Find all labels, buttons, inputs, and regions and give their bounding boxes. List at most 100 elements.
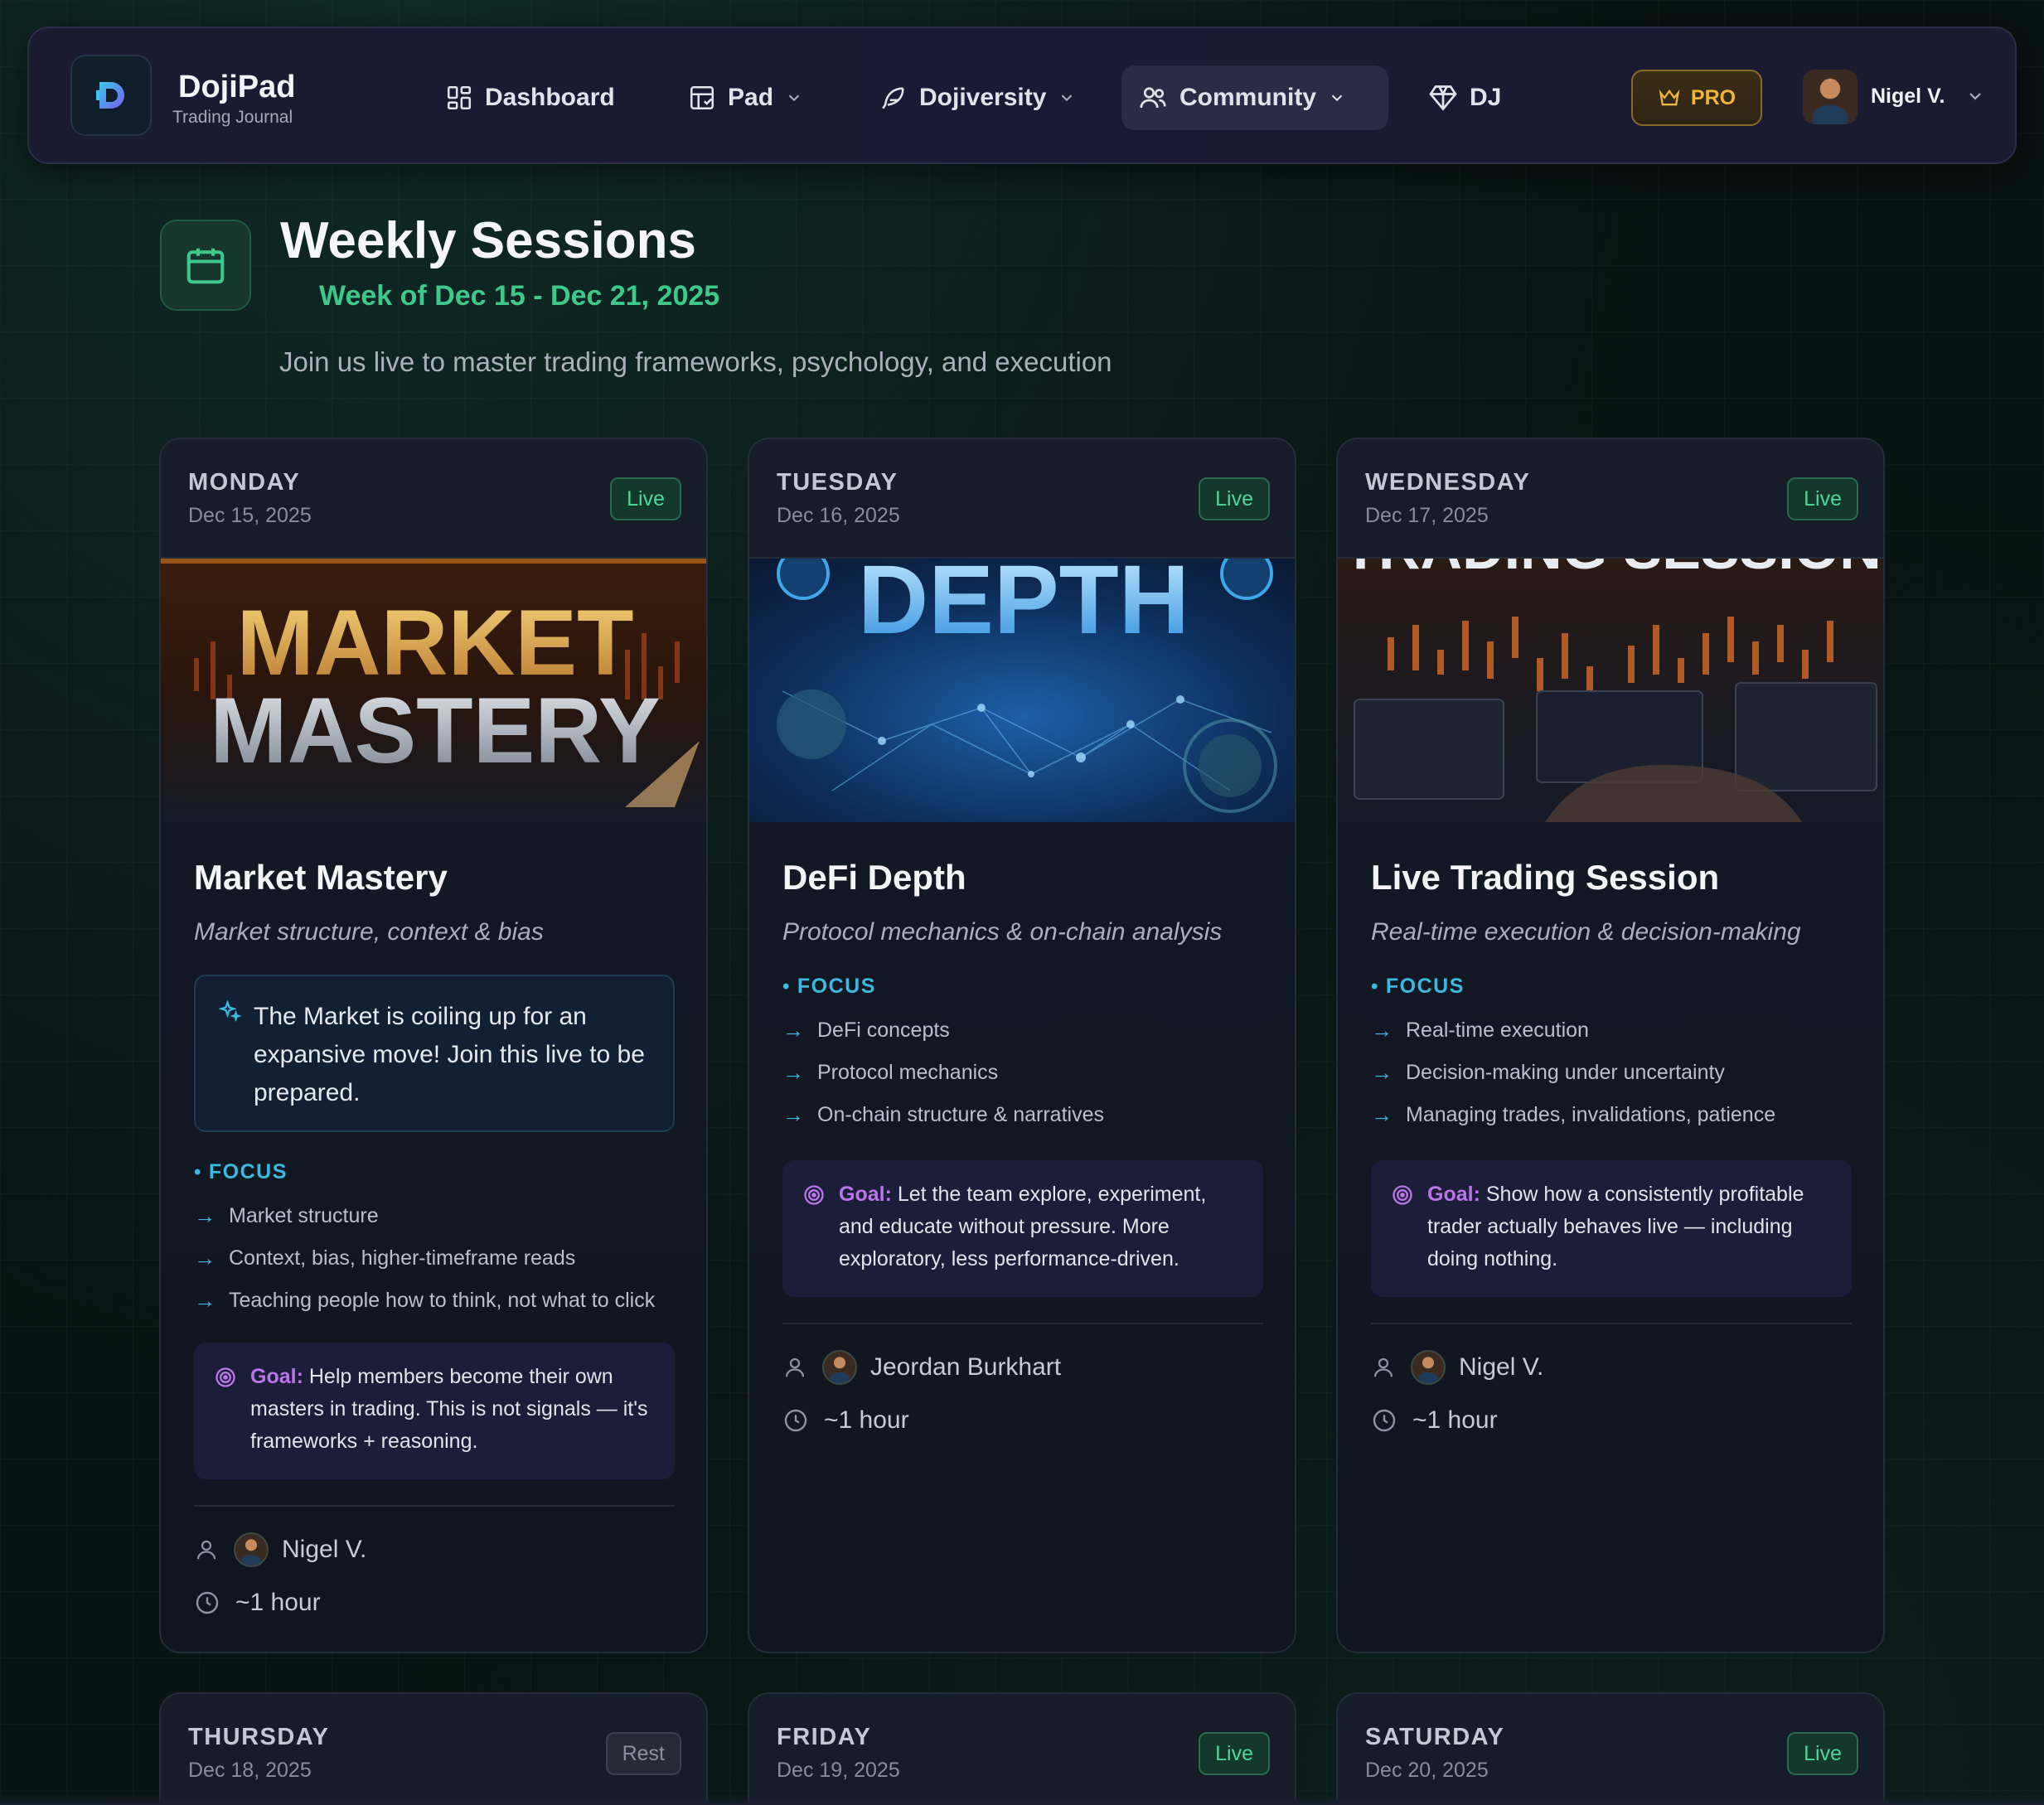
- status-badge: Live: [1787, 1732, 1858, 1775]
- gem-icon: [1429, 85, 1457, 111]
- session-banner: DEPTH: [749, 559, 1295, 822]
- status-badge: Live: [1199, 1732, 1270, 1775]
- nav-dojiversity[interactable]: Dojiversity: [863, 65, 1092, 130]
- list-item: → Real-time execution: [1371, 1018, 1589, 1043]
- target-icon: [1393, 1185, 1412, 1205]
- card-header: THURSDAY Dec 18, 2025 Rest: [161, 1694, 706, 1805]
- crown-icon: [1659, 89, 1680, 106]
- card-header: WEDNESDAY Dec 17, 2025 Live: [1338, 439, 1883, 559]
- card-date: Dec 15, 2025: [188, 504, 312, 527]
- user-name[interactable]: Nigel V.: [1871, 85, 1945, 109]
- brand-subtitle: Trading Journal: [172, 108, 293, 127]
- session-subtitle: Protocol mechanics & on-chain analysis: [782, 918, 1223, 946]
- list-item: → Teaching people how to think, not what …: [194, 1288, 656, 1313]
- status-badge: Live: [610, 477, 681, 520]
- session-card-saturday[interactable]: SATURDAY Dec 20, 2025 Live: [1336, 1692, 1885, 1805]
- session-title: Market Mastery: [194, 858, 448, 897]
- list-item: → Managing trades, invalidations, patienc…: [1371, 1102, 1776, 1127]
- nav-community[interactable]: Community: [1121, 65, 1388, 130]
- card-day: FRIDAY: [777, 1724, 872, 1750]
- banner-text: MASTERY: [210, 679, 660, 782]
- duration-row: ~1 hour: [1371, 1402, 1498, 1439]
- host-name: Nigel V.: [282, 1536, 367, 1563]
- target-icon: [216, 1367, 235, 1387]
- focus-list: → Market structure → Context, bias, higher…: [194, 1195, 683, 1322]
- session-title: Live Trading Session: [1371, 858, 1720, 897]
- chevron-down-icon: [788, 94, 800, 102]
- card-header: SATURDAY Dec 20, 2025 Live: [1338, 1694, 1883, 1805]
- session-title: DeFi Depth: [782, 858, 966, 897]
- divider: [194, 1505, 675, 1507]
- pro-button[interactable]: PRO: [1631, 70, 1762, 126]
- card-date: Dec 19, 2025: [777, 1759, 900, 1782]
- focus-heading: • FOCUS: [194, 1160, 288, 1183]
- session-banner: TRADING SESSION: [1338, 559, 1883, 822]
- nav-dj-label: DJ: [1470, 84, 1502, 111]
- session-card-wednesday[interactable]: WEDNESDAY Dec 17, 2025 Live TRADING SESS…: [1336, 438, 1885, 1653]
- host-row: Nigel V.: [194, 1532, 366, 1568]
- card-date: Dec 18, 2025: [188, 1759, 312, 1782]
- status-badge: Rest: [605, 1732, 681, 1775]
- duration-row: ~1 hour: [194, 1585, 321, 1621]
- session-card-thursday[interactable]: THURSDAY Dec 18, 2025 Rest: [159, 1692, 708, 1805]
- card-date: Dec 20, 2025: [1365, 1759, 1489, 1782]
- card-day: MONDAY: [188, 469, 301, 496]
- goal-box: Goal: Help members become their own mast…: [194, 1343, 675, 1479]
- card-day: SATURDAY: [1365, 1724, 1505, 1750]
- nav-dashboard[interactable]: Dashboard: [429, 65, 632, 130]
- card-header: TUESDAY Dec 16, 2025 Live: [749, 439, 1295, 559]
- person-icon: [196, 1540, 216, 1560]
- users-icon: [1140, 87, 1166, 109]
- card-date: Dec 16, 2025: [777, 504, 900, 527]
- goal-label: Goal:: [1427, 1183, 1480, 1206]
- clock-icon: [196, 1591, 219, 1614]
- avatar: [234, 1532, 269, 1567]
- brand-name: DojiPad: [178, 70, 296, 104]
- dojipad-logo-icon[interactable]: [70, 55, 152, 136]
- chevron-down-icon: [1062, 94, 1073, 102]
- divider: [782, 1323, 1263, 1324]
- sparkles-icon: [218, 999, 242, 1023]
- focus-heading: • FOCUS: [782, 975, 876, 998]
- goal-text: Let the team explore, experiment, and ed…: [839, 1183, 1207, 1270]
- pro-label: PRO: [1690, 85, 1736, 109]
- nav-dashboard-label: Dashboard: [485, 84, 615, 111]
- goal-text: Help members become their own masters in…: [250, 1365, 648, 1453]
- duration: ~1 hour: [235, 1589, 321, 1616]
- top-navbar: DojiPad Trading Journal Dashboard Pad Do…: [27, 27, 2017, 164]
- status-badge: Live: [1787, 477, 1858, 520]
- avatar: [822, 1350, 857, 1385]
- nav-dj[interactable]: DJ: [1412, 65, 1518, 130]
- list-item: → On-chain structure & narratives: [782, 1102, 1104, 1127]
- user-avatar[interactable]: [1803, 70, 1858, 124]
- card-day: WEDNESDAY: [1365, 469, 1531, 496]
- goal-box: Goal: Let the team explore, experiment, …: [782, 1160, 1263, 1297]
- duration: ~1 hour: [824, 1406, 909, 1434]
- host-name: Nigel V.: [1459, 1353, 1544, 1381]
- card-day: THURSDAY: [188, 1724, 330, 1750]
- nav-pad[interactable]: Pad: [671, 65, 820, 130]
- list-item: → DeFi concepts: [782, 1018, 950, 1043]
- nav-community-label: Community: [1179, 84, 1316, 111]
- clock-icon: [784, 1409, 807, 1432]
- focus-list: → DeFi concepts → Protocol mechanics → On-c…: [782, 1009, 1271, 1136]
- duration-row: ~1 hour: [782, 1402, 909, 1439]
- session-banner: MARKET MASTERY: [161, 559, 706, 822]
- session-card-friday[interactable]: FRIDAY Dec 19, 2025 Live: [748, 1692, 1296, 1805]
- card-header: FRIDAY Dec 19, 2025 Live: [749, 1694, 1295, 1805]
- card-date: Dec 17, 2025: [1365, 504, 1489, 527]
- banner-text: TRADING SESSION: [1343, 559, 1882, 581]
- chevron-down-icon[interactable]: [1965, 86, 1985, 106]
- session-card-monday[interactable]: MONDAY Dec 15, 2025 Live MARKET MASTERY …: [159, 438, 708, 1653]
- session-card-tuesday[interactable]: TUESDAY Dec 16, 2025 Live DEPTH DeFi Dep…: [748, 438, 1296, 1653]
- card-header: MONDAY Dec 15, 2025 Live: [161, 439, 706, 559]
- session-subtitle: Market structure, context & bias: [194, 918, 544, 946]
- list-item: → Decision-making under uncertainty: [1371, 1060, 1725, 1085]
- nav-dojiversity-label: Dojiversity: [919, 84, 1047, 111]
- week-range: Week of Dec 15 - Dec 21, 2025: [319, 280, 720, 312]
- list-item: → Protocol mechanics: [782, 1060, 999, 1085]
- clock-icon: [1373, 1409, 1396, 1432]
- duration: ~1 hour: [1412, 1406, 1498, 1434]
- grid-icon: [447, 85, 472, 110]
- layout-icon: [690, 85, 714, 110]
